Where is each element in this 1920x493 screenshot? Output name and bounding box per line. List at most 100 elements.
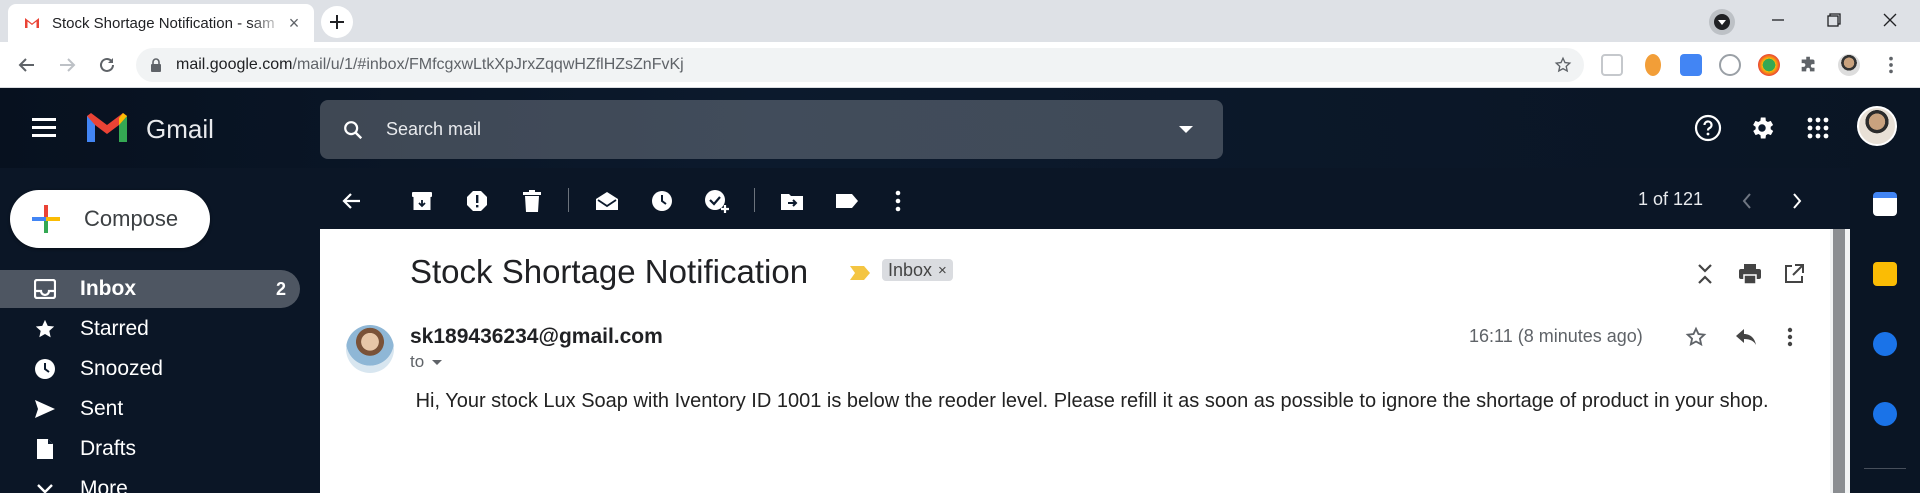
pagination-count: 1 of 121 [1638, 189, 1704, 209]
extensions-puzzle-icon[interactable] [1798, 54, 1820, 76]
settings-button[interactable] [1746, 112, 1778, 144]
star-message-button[interactable] [1682, 323, 1710, 351]
back-button[interactable] [12, 50, 42, 80]
sidebar-item-more[interactable]: More [0, 470, 300, 493]
browser-menu-icon[interactable] [1880, 54, 1902, 76]
clock-icon [652, 191, 672, 211]
more-vert-icon [895, 190, 901, 212]
gmail-header: Gmail Search mail [0, 88, 1920, 168]
extension-link-icon[interactable] [1719, 54, 1741, 76]
more-actions-button[interactable] [884, 187, 912, 215]
print-icon [1739, 264, 1761, 284]
mark-unread-button[interactable] [593, 187, 621, 215]
labels-button[interactable] [833, 187, 861, 215]
tasks-icon[interactable] [1873, 332, 1897, 356]
sidebar-item-sent[interactable]: Sent [0, 390, 300, 428]
new-tab-button[interactable] [321, 6, 353, 38]
sidebar-item-inbox[interactable]: Inbox 2 [0, 270, 300, 308]
tab-close-icon[interactable]: × [284, 13, 304, 34]
url-path: /mail/u/1/#inbox/FMfcgxwLtkXpJrxZqqwHZfl… [292, 56, 684, 73]
sidebar-item-label: Snoozed [80, 357, 163, 380]
search-icon[interactable] [342, 119, 364, 141]
url-text: mail.google.com/mail/u/1/#inbox/FMfcgxwL… [176, 56, 684, 74]
older-button[interactable] [1783, 187, 1811, 215]
keep-icon[interactable] [1873, 262, 1897, 286]
lock-icon [151, 58, 161, 72]
delete-button[interactable] [518, 187, 546, 215]
browser-profile-avatar[interactable] [1838, 54, 1860, 76]
move-to-button[interactable] [778, 187, 806, 215]
collapse-icon [1698, 264, 1712, 284]
account-avatar[interactable] [1857, 106, 1897, 146]
calendar-icon[interactable] [1873, 192, 1897, 216]
move-to-icon [781, 194, 803, 210]
snooze-button[interactable] [648, 187, 676, 215]
extension-orange-icon[interactable] [1645, 54, 1661, 76]
importance-marker-icon[interactable] [850, 266, 870, 280]
add-task-icon [705, 190, 729, 213]
browser-toolbar: mail.google.com/mail/u/1/#inbox/FMfcgxwL… [0, 42, 1920, 88]
email-body: Hi, Your stock Lux Soap with Iventory ID… [410, 385, 1810, 418]
compose-button[interactable]: Compose [10, 190, 210, 248]
reading-pane-scrollbar[interactable] [1830, 229, 1850, 493]
sender-avatar[interactable] [346, 325, 394, 373]
gmail-logo-icon[interactable] [84, 110, 130, 146]
sidebar-item-label: More [80, 477, 128, 493]
to-label: to [410, 352, 425, 371]
label-chip-inbox[interactable]: Inbox × [882, 259, 953, 281]
open-new-window-button[interactable] [1781, 261, 1807, 287]
report-spam-button[interactable] [463, 187, 491, 215]
browser-tab[interactable]: Stock Shortage Notification - sam × [8, 4, 314, 42]
chevron-right-icon [1793, 193, 1802, 209]
draft-icon [34, 438, 56, 460]
back-to-inbox-button[interactable] [338, 187, 366, 215]
contacts-icon[interactable] [1873, 402, 1897, 426]
mark-unread-icon [596, 192, 618, 210]
archive-button[interactable] [408, 187, 436, 215]
inbox-unread-count: 2 [275, 278, 286, 299]
collapse-all-button[interactable] [1692, 261, 1718, 287]
search-options-icon[interactable] [1179, 126, 1193, 133]
main-menu-icon[interactable] [32, 118, 56, 142]
reply-button[interactable] [1732, 323, 1760, 351]
recipient-details-toggle[interactable]: to [410, 352, 443, 372]
sidebar-item-snoozed[interactable]: Snoozed [0, 350, 300, 388]
extension-reader-icon[interactable] [1601, 54, 1623, 76]
extension-globe-icon[interactable] [1758, 54, 1780, 76]
gmail-logo-text: Gmail [146, 114, 214, 144]
close-window-button[interactable] [1862, 0, 1918, 40]
arrow-right-icon [60, 58, 76, 72]
bookmark-star-icon[interactable] [1554, 56, 1572, 74]
label-icon [836, 194, 858, 208]
reply-icon [1736, 329, 1756, 345]
sidebar-item-label: Drafts [80, 437, 137, 460]
sidebar-item-drafts[interactable]: Drafts [0, 430, 300, 468]
tab-search-button[interactable] [1709, 9, 1735, 35]
search-input[interactable]: Search mail [386, 119, 1179, 140]
message-timestamp: 16:11 (8 minutes ago) [1469, 326, 1643, 346]
minimize-button[interactable] [1750, 0, 1806, 40]
print-all-button[interactable] [1737, 261, 1763, 287]
restore-button[interactable] [1806, 0, 1862, 40]
address-bar[interactable]: mail.google.com/mail/u/1/#inbox/FMfcgxwL… [136, 48, 1584, 82]
google-translate-icon[interactable] [1680, 54, 1702, 76]
newer-button[interactable] [1733, 187, 1761, 215]
trash-icon [523, 190, 541, 212]
forward-button[interactable] [52, 50, 82, 80]
remove-label-icon[interactable]: × [938, 262, 947, 279]
sender-email[interactable]: sk189436234@gmail.com [410, 325, 663, 349]
clock-icon [34, 358, 56, 380]
sidebar-item-label: Sent [80, 397, 124, 420]
scrollbar-thumb[interactable] [1833, 229, 1845, 493]
tab-search-icon [1714, 14, 1730, 30]
message-more-button[interactable] [1776, 323, 1804, 351]
help-button[interactable] [1692, 112, 1724, 144]
email-subject: Stock Shortage Notification [410, 253, 809, 290]
reload-button[interactable] [92, 50, 122, 80]
sidebar-item-starred[interactable]: Starred [0, 310, 300, 348]
search-bar[interactable]: Search mail [320, 100, 1223, 159]
side-panel-divider [1864, 468, 1906, 469]
sidebar-item-label: Starred [80, 317, 149, 340]
add-to-tasks-button[interactable] [703, 187, 731, 215]
apps-button[interactable] [1802, 112, 1834, 144]
